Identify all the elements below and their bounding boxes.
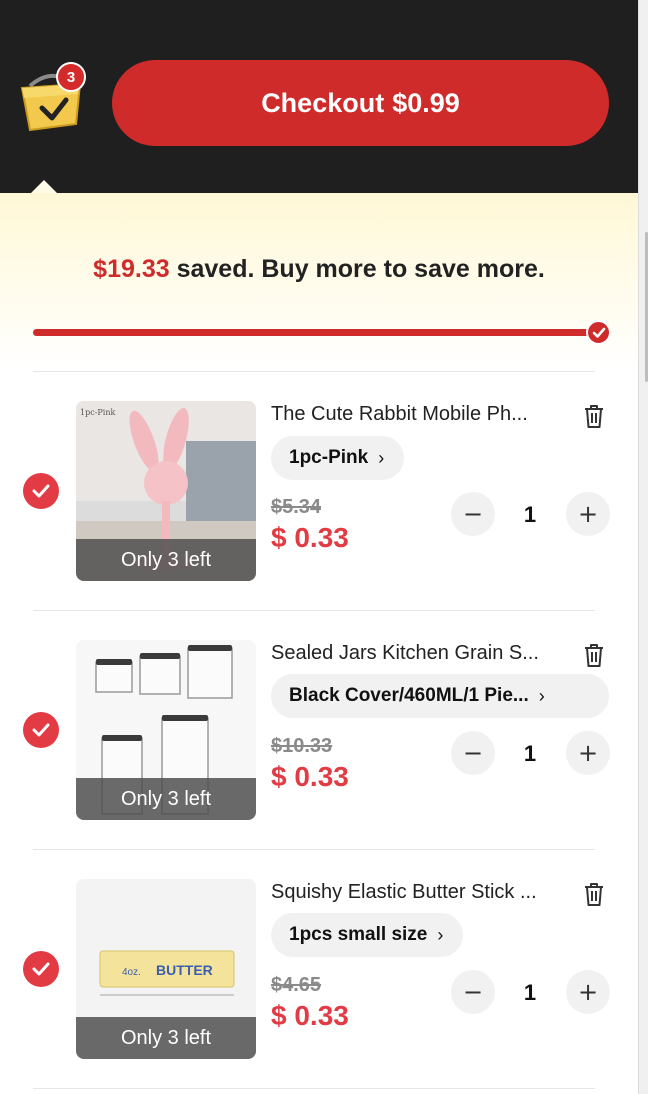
sale-price: $ 0.33 [271,1000,349,1031]
checkmark-icon [32,723,50,737]
plus-icon: + [577,739,599,767]
product-image[interactable]: 4oz. BUTTER Only 3 left [76,879,256,1059]
trash-icon[interactable] [582,403,606,429]
savings-banner: $19.33 saved. Buy more to save more. [0,193,638,371]
variant-selector[interactable]: 1pcs small size › [271,913,464,957]
chevron-right-icon: › [437,924,444,945]
increase-quantity-button[interactable]: + [566,731,610,775]
checkout-total: $0.99 [392,87,460,118]
variant-label: 1pc-Pink [289,447,369,468]
original-price: $5.34 [271,496,322,518]
header-pointer [30,180,58,194]
cart-button[interactable]: 3 [20,62,86,134]
original-price: $10.33 [271,735,333,757]
cart-count-badge: 3 [56,62,86,92]
scrollbar-track [638,0,648,1094]
savings-progress-fill [33,329,593,336]
image-label-size: 4oz. [122,967,141,978]
stock-label: Only 3 left [76,778,256,820]
image-label-name: BUTTER [156,962,213,978]
progress-check-icon [586,320,611,345]
product-title[interactable]: Sealed Jars Kitchen Grain S... [271,642,561,665]
cart-item: 1pc-Pink Only 3 left The Cute Rabbit Mob… [0,371,638,609]
increase-quantity-button[interactable]: + [566,492,610,536]
product-image[interactable]: 1pc-Pink Only 3 left [76,401,256,581]
divider [33,1088,595,1089]
variant-label: 1pcs small size [289,924,428,945]
savings-message: $19.33 saved. Buy more to save more. [0,255,638,284]
increase-quantity-button[interactable]: + [566,970,610,1014]
sale-price: $ 0.33 [271,761,349,792]
variant-selector[interactable]: 1pc-Pink › [271,436,405,480]
variant-label: Black Cover/460ML/1 Pie... [289,685,529,706]
product-title[interactable]: The Cute Rabbit Mobile Ph... [271,403,561,426]
quantity-value: 1 [523,980,537,1005]
quantity-value: 1 [523,502,537,527]
item-select-checkbox[interactable] [23,712,59,748]
trash-icon[interactable] [582,881,606,907]
original-price: $4.65 [271,974,322,996]
sale-price: $ 0.33 [271,522,349,553]
cart-item: 4oz. BUTTER Only 3 left Squishy Elastic … [0,849,638,1087]
stock-label: Only 3 left [76,539,256,581]
minus-icon: − [462,739,484,767]
savings-amount: $19.33 [93,255,170,283]
chevron-right-icon: › [538,685,545,706]
plus-icon: + [577,978,599,1006]
product-image[interactable]: Only 3 left [76,640,256,820]
decrease-quantity-button[interactable]: − [451,492,495,536]
item-select-checkbox[interactable] [23,951,59,987]
quantity-value: 1 [523,741,537,766]
minus-icon: − [462,500,484,528]
checkmark-icon [32,962,50,976]
savings-progress-bar [33,329,593,336]
variant-selector[interactable]: Black Cover/460ML/1 Pie... › [271,674,609,718]
cart-item: Only 3 left Sealed Jars Kitchen Grain S.… [0,610,638,848]
stock-label: Only 3 left [76,1017,256,1059]
product-title[interactable]: Squishy Elastic Butter Stick ... [271,881,561,904]
plus-icon: + [577,500,599,528]
trash-icon[interactable] [582,642,606,668]
savings-text: saved. Buy more to save more. [176,255,545,283]
item-select-checkbox[interactable] [23,473,59,509]
checkout-label: Checkout [261,87,385,118]
chevron-right-icon: › [378,447,385,468]
image-caption: 1pc-Pink [80,408,115,417]
decrease-quantity-button[interactable]: − [451,731,495,775]
checkout-button[interactable]: Checkout $0.99 [112,60,609,146]
checkmark-icon [32,484,50,498]
minus-icon: − [462,978,484,1006]
decrease-quantity-button[interactable]: − [451,970,495,1014]
